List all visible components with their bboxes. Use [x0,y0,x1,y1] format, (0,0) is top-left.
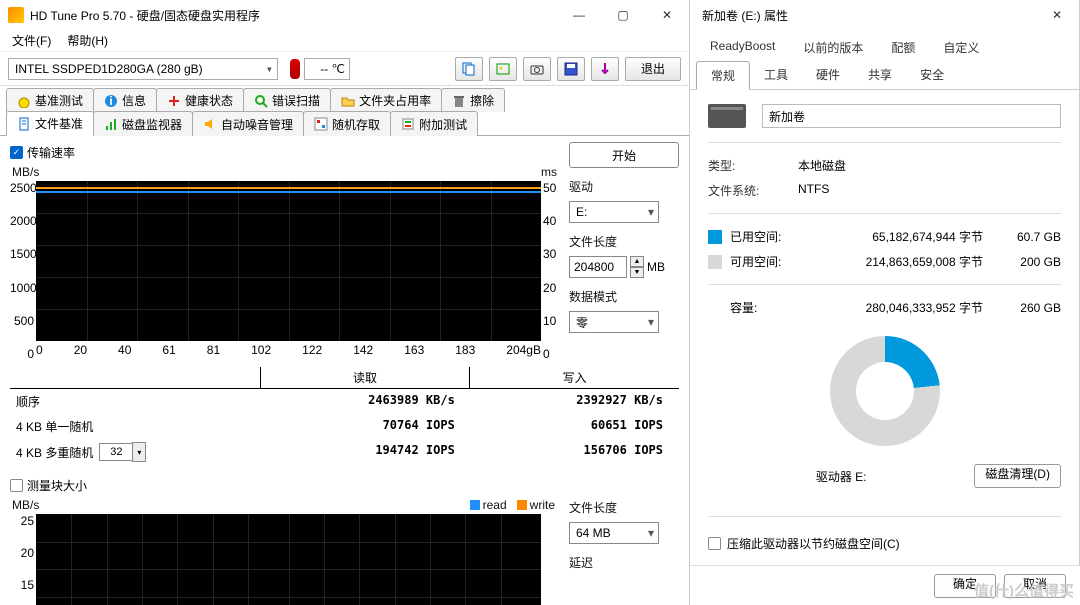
drive-letter-select[interactable]: E: [569,201,659,223]
prop-close-button[interactable]: ✕ [1035,0,1079,30]
tab-random[interactable]: 随机存取 [303,111,391,136]
blocksize-label: 测量块大小 [27,477,87,494]
tab-tools[interactable]: 工具 [750,61,802,89]
tab-sharing[interactable]: 共享 [854,61,906,89]
start-button[interactable]: 开始 [569,142,679,168]
thermometer-icon [290,59,300,79]
prop-footer: 确定 取消 [690,565,1080,605]
drive-e-label: 驱动器 E: [816,468,867,485]
tab-hardware[interactable]: 硬件 [802,61,854,89]
volume-name-input[interactable]: 新加卷 [762,104,1061,128]
datamode-label: 数据模式 [569,288,679,305]
tab-errorscan[interactable]: 错误扫描 [243,88,331,112]
copy-text-button[interactable] [455,57,483,81]
results-table: 读取写入 顺序2463989 KB/s2392927 KB/s 4 KB 单一随… [10,367,679,465]
y-axis-right: 50403020100 [543,181,559,361]
blocksize-checkbox[interactable] [10,479,23,492]
used-swatch [708,230,722,244]
prop-title: 新加卷 (E:) 属性 [698,7,1035,24]
thread-count-select[interactable]: 32 [99,443,133,461]
tab-benchmark[interactable]: 基准测试 [6,88,94,112]
filelen-input[interactable]: 204800 [569,256,627,278]
svg-text:i: i [109,94,112,108]
menu-file[interactable]: 文件(F) [6,30,57,51]
transfer-rate-checkbox[interactable]: ✓ [10,146,23,159]
table-row: 4 KB 单一随机70764 IOPS60651 IOPS [10,414,679,439]
copy-image-button[interactable] [489,57,517,81]
drive-icon [708,104,746,128]
blocksize-graph [36,514,541,605]
tab-readyboost[interactable]: ReadyBoost [696,34,789,61]
transfer-rate-label: 传输速率 [27,144,75,161]
table-row: 4 KB 多重随机32194742 IOPS156706 IOPS [10,439,679,465]
tab-monitor[interactable]: 磁盘监视器 [93,111,193,136]
save-button[interactable] [557,57,585,81]
app-icon [8,7,24,23]
tab-general[interactable]: 常规 [696,61,750,90]
free-swatch [708,255,722,269]
close-button[interactable]: ✕ [645,0,689,30]
options-button[interactable] [591,57,619,81]
tab-aam[interactable]: 自动噪音管理 [192,111,304,136]
delay-label: 延迟 [569,554,679,571]
tab-bar: 基准测试 i信息 健康状态 错误扫描 文件夹占用率 擦除 文件基准 磁盘监视器 … [0,86,689,136]
x-axis: 020406181102122142163183204gB [36,343,541,361]
tab-folder[interactable]: 文件夹占用率 [330,88,442,112]
drive-select[interactable]: INTEL SSDPED1D280GA (280 gB) [8,58,278,80]
menu-bar: 文件(F) 帮助(H) [0,30,689,52]
hd-titlebar: HD Tune Pro 5.70 - 硬盘/固态硬盘实用程序 ― ▢ ✕ [0,0,689,30]
filelen2-select[interactable]: 64 MB [569,522,659,544]
prop-titlebar: 新加卷 (E:) 属性 ✕ [690,0,1079,30]
filelen2-label: 文件长度 [569,499,679,516]
menu-help[interactable]: 帮助(H) [61,30,114,51]
exit-button[interactable]: 退出 [625,57,681,81]
datamode-select[interactable]: 零 [569,311,659,333]
tab-erase[interactable]: 擦除 [441,88,505,112]
y-axis-left-2: 25201510 [10,514,34,605]
tab-health[interactable]: 健康状态 [156,88,244,112]
tab-security[interactable]: 安全 [906,61,958,89]
drive-label: 驱动 [569,178,679,195]
filelen-spinner[interactable]: ▲▼ [630,256,644,278]
tab-previous[interactable]: 以前的版本 [789,34,877,61]
tab-filebench[interactable]: 文件基准 [6,111,94,136]
tab-extra[interactable]: 附加测试 [390,111,478,136]
toolbar: INTEL SSDPED1D280GA (280 gB) -- ℃ 退出 [0,52,689,86]
tab-info[interactable]: i信息 [93,88,157,112]
window-title: HD Tune Pro 5.70 - 硬盘/固态硬盘实用程序 [30,7,557,24]
temperature-box: -- ℃ [304,58,350,80]
tab-quota[interactable]: 配额 [877,34,929,61]
compress-checkbox[interactable] [708,537,721,550]
table-row: 顺序2463989 KB/s2392927 KB/s [10,389,679,414]
cancel-button[interactable]: 取消 [1004,574,1066,598]
screenshot-button[interactable] [523,57,551,81]
ok-button[interactable]: 确定 [934,574,996,598]
prop-tabs: ReadyBoost 以前的版本 配额 自定义 常规 工具 硬件 共享 安全 [690,30,1079,90]
transfer-graph [36,181,541,341]
tab-custom[interactable]: 自定义 [929,34,993,61]
y-axis-left: 25002000150010005000 [10,181,34,361]
maximize-button[interactable]: ▢ [601,0,645,30]
filelen-label: 文件长度 [569,233,679,250]
minimize-button[interactable]: ― [557,0,601,30]
usage-donut [830,336,940,446]
disk-cleanup-button[interactable]: 磁盘清理(D) [974,464,1061,488]
